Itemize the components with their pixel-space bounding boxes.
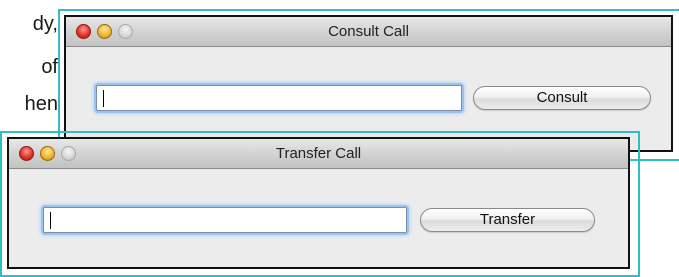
- consult-button[interactable]: Consult: [473, 86, 651, 110]
- transfer-call-window: Transfer Call Transfer: [7, 137, 630, 269]
- text-caret: [103, 90, 104, 107]
- document-text-fragment: dy,: [32, 13, 58, 35]
- document-text-fragment: of: [41, 56, 58, 78]
- consult-call-titlebar[interactable]: Consult Call: [66, 17, 671, 47]
- consult-number-input[interactable]: [96, 85, 462, 111]
- transfer-call-titlebar[interactable]: Transfer Call: [9, 139, 628, 169]
- window-title: Transfer Call: [275, 145, 362, 162]
- window-title: Consult Call: [328, 23, 409, 40]
- text-caret: [50, 212, 51, 229]
- document-text-fragment: hen: [24, 93, 58, 115]
- transfer-button[interactable]: Transfer: [420, 208, 595, 232]
- transfer-number-input[interactable]: [43, 207, 407, 233]
